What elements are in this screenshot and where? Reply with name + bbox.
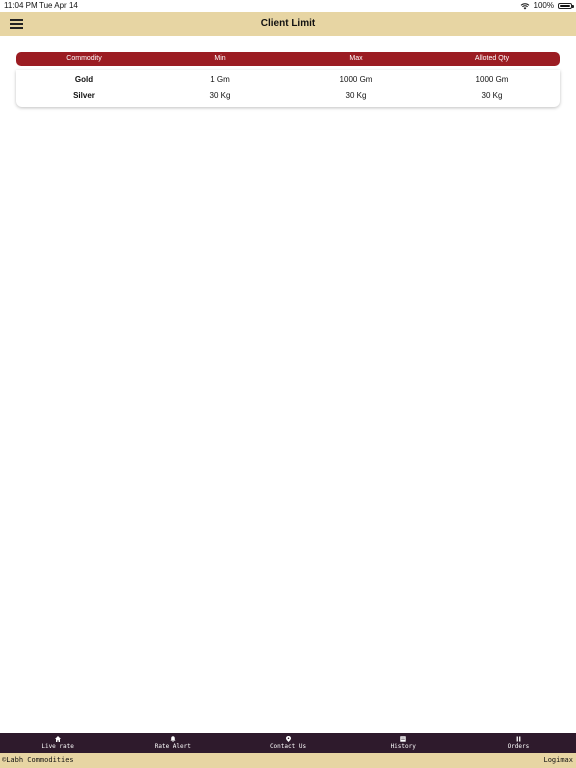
- nav-item-history[interactable]: History: [346, 733, 461, 753]
- cell-alloted-qty: 1000 Gm: [475, 75, 509, 84]
- table-body: Gold 1 Gm 1000 Gm 1000 Gm Silver 30 Kg 3…: [16, 70, 560, 107]
- page-title: Client Limit: [260, 18, 316, 29]
- orders-icon: [516, 735, 521, 742]
- nav-item-orders[interactable]: Orders: [461, 733, 576, 753]
- column-header-min: Min: [214, 55, 226, 62]
- cell-min: 30 Kg: [209, 91, 231, 100]
- cell-alloted-qty: 30 Kg: [481, 91, 503, 100]
- footer-copyright: ©Labh Commodities: [2, 756, 74, 764]
- cell-max: 1000 Gm: [339, 75, 373, 84]
- status-bar: 11:04 PM Tue Apr 14 100%: [0, 0, 576, 12]
- bottom-nav: Live rate Rate Alert Contact Us History …: [0, 733, 576, 753]
- column-header-alloted-qty: Alloted Qty: [474, 55, 510, 62]
- status-indicators: 100%: [520, 0, 574, 12]
- footer-brand: Logimax: [543, 756, 573, 764]
- nav-label: Orders: [507, 743, 530, 750]
- cell-commodity: Gold: [74, 75, 94, 84]
- cell-min: 1 Gm: [210, 75, 230, 84]
- cell-max: 30 Kg: [345, 91, 367, 100]
- table-row: Silver 30 Kg 30 Kg 30 Kg: [16, 88, 560, 104]
- wifi-icon: [520, 2, 530, 10]
- nav-label: History: [390, 743, 416, 750]
- nav-item-live-rate[interactable]: Live rate: [0, 733, 115, 753]
- nav-item-contact-us[interactable]: Contact Us: [230, 733, 345, 753]
- status-time: 11:04 PM: [4, 1, 38, 10]
- column-header-max: Max: [349, 55, 363, 62]
- bell-icon: [170, 735, 176, 742]
- location-pin-icon: [285, 735, 291, 742]
- app-header: Client Limit: [0, 12, 576, 36]
- table-row: Gold 1 Gm 1000 Gm 1000 Gm: [16, 72, 560, 88]
- battery-percentage: 100%: [533, 1, 554, 10]
- nav-label: Contact Us: [269, 743, 307, 750]
- nav-label: Rate Alert: [154, 743, 191, 750]
- table-header: Commodity Min Max Alloted Qty: [16, 52, 560, 66]
- client-limit-table: Commodity Min Max Alloted Qty Gold 1 Gm …: [16, 52, 560, 107]
- battery-icon: [558, 3, 574, 9]
- footer: ©Labh Commodities Logimax: [0, 753, 576, 768]
- home-icon: [54, 735, 61, 742]
- history-icon: [400, 735, 406, 742]
- column-header-commodity: Commodity: [66, 55, 102, 62]
- status-date: Tue Apr 14: [39, 1, 78, 10]
- nav-label: Live rate: [41, 743, 74, 750]
- nav-item-rate-alert[interactable]: Rate Alert: [115, 733, 230, 753]
- cell-commodity: Silver: [73, 91, 95, 100]
